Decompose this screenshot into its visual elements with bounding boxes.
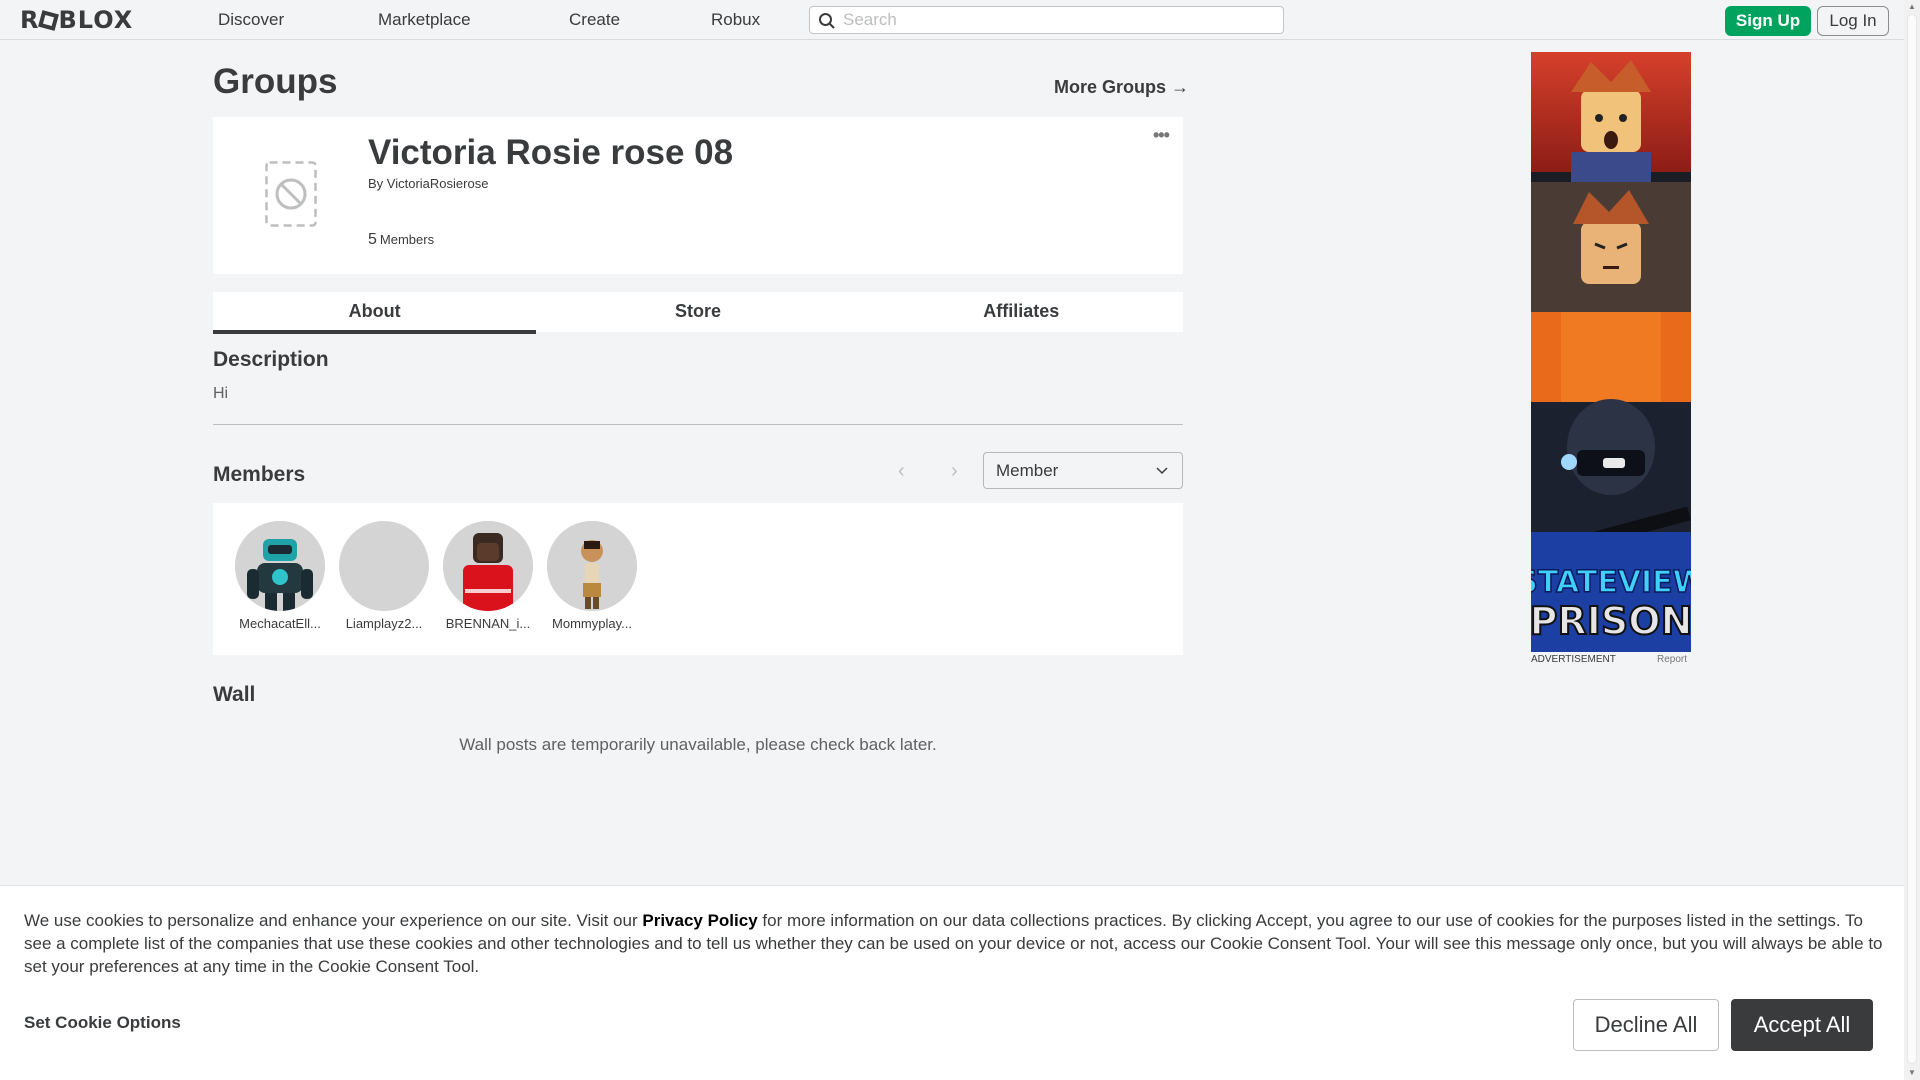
by-label: By xyxy=(368,176,384,191)
member-card[interactable]: Liamplayz2... xyxy=(339,521,429,631)
member-name[interactable]: Mommyplay... xyxy=(547,616,637,631)
nav-robux[interactable]: Robux xyxy=(711,10,760,30)
member-card[interactable]: MechacatEll... xyxy=(235,521,325,631)
scroll-up-icon[interactable]: ▲ xyxy=(1908,2,1916,11)
scrollbar-thumb[interactable] xyxy=(1907,14,1917,1064)
role-dropdown-value: Member xyxy=(996,461,1059,480)
member-card[interactable]: BRENNAN_i... xyxy=(443,521,533,631)
member-name[interactable]: Liamplayz2... xyxy=(339,616,429,631)
avatar[interactable] xyxy=(235,521,325,611)
top-navbar: R BLOX Discover Marketplace Create Robux … xyxy=(0,0,1904,40)
tab-store[interactable]: Store xyxy=(536,292,859,332)
group-owner-link[interactable]: VictoriaRosierose xyxy=(387,176,489,191)
group-name: Victoria Rosie rose 08 xyxy=(368,133,734,172)
log-in-button[interactable]: Log In xyxy=(1817,6,1889,36)
member-name[interactable]: BRENNAN_i... xyxy=(443,616,533,631)
cookie-consent-banner: We use cookies to personalize and enhanc… xyxy=(0,885,1904,1080)
members-list: MechacatEll... Liamplayz2... BRENNAN_i..… xyxy=(213,503,1183,655)
nav-discover[interactable]: Discover xyxy=(218,10,284,30)
avatar[interactable] xyxy=(339,521,429,611)
member-count-label: Members xyxy=(379,232,435,247)
privacy-policy-link[interactable]: Privacy Policy xyxy=(642,911,757,930)
advertisement-banner[interactable]: STATEVIEW PRISON xyxy=(1531,52,1691,652)
prev-page-icon[interactable]: ‹ xyxy=(898,460,905,483)
wall-unavailable-message: Wall posts are temporarily unavailable, … xyxy=(459,735,937,754)
chevron-down-icon xyxy=(1156,467,1168,475)
avatar[interactable] xyxy=(547,521,637,611)
role-dropdown[interactable]: Member xyxy=(983,452,1183,489)
ad-banner-line1: STATEVIEW xyxy=(1531,565,1691,600)
avatar[interactable] xyxy=(443,521,533,611)
divider xyxy=(213,424,1183,425)
group-tabs: About Store Affiliates xyxy=(213,292,1183,334)
advertisement-label: ADVERTISEMENT xyxy=(1531,654,1616,665)
cookie-text: We use cookies to personalize and enhanc… xyxy=(24,909,1884,978)
tab-affiliates[interactable]: Affiliates xyxy=(860,292,1183,332)
member-count: 5 Members xyxy=(368,231,434,249)
nav-create[interactable]: Create xyxy=(569,10,620,30)
decline-all-button[interactable]: Decline All xyxy=(1573,999,1719,1051)
ad-banner-line2: PRISON xyxy=(1531,599,1691,643)
tab-about[interactable]: About xyxy=(213,292,537,334)
more-options-icon[interactable]: ••• xyxy=(1153,125,1170,146)
cookie-text-before: We use cookies to personalize and enhanc… xyxy=(24,911,643,930)
search-box[interactable] xyxy=(809,6,1284,34)
group-header-card: Victoria Rosie rose 08 By VictoriaRosier… xyxy=(213,117,1183,274)
search-icon xyxy=(819,13,835,29)
report-ad-link[interactable]: Report xyxy=(1657,654,1687,665)
nav-marketplace[interactable]: Marketplace xyxy=(378,10,471,30)
roblox-logo[interactable]: R BLOX xyxy=(20,6,133,34)
next-page-icon[interactable]: › xyxy=(951,460,958,483)
page-title: Groups xyxy=(213,62,338,101)
accept-all-button[interactable]: Accept All xyxy=(1731,999,1873,1051)
search-input[interactable] xyxy=(843,10,1273,30)
members-title: Members xyxy=(213,463,306,486)
description-title: Description xyxy=(213,348,329,371)
member-name[interactable]: MechacatEll... xyxy=(235,616,325,631)
sign-up-button[interactable]: Sign Up xyxy=(1725,6,1811,36)
more-groups-link[interactable]: More Groups → xyxy=(1054,77,1189,98)
scroll-down-icon[interactable]: ▼ xyxy=(1908,1068,1916,1077)
group-emblem-placeholder-icon xyxy=(265,161,317,232)
member-count-value: 5 xyxy=(368,231,377,248)
page-scrollbar[interactable]: ▲ ▼ xyxy=(1904,0,1920,1080)
member-card[interactable]: Mommyplay... xyxy=(547,521,637,631)
group-owner-line: By VictoriaRosierose xyxy=(368,176,488,191)
description-text: Hi xyxy=(213,385,229,402)
wall-title: Wall xyxy=(213,683,256,706)
set-cookie-options-link[interactable]: Set Cookie Options xyxy=(24,1013,181,1033)
